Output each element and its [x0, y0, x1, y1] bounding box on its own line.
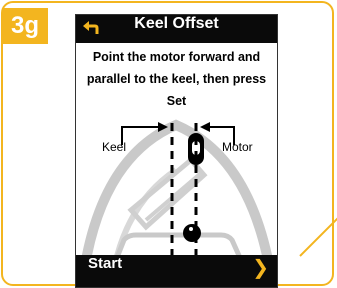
- motor-label: Motor: [222, 140, 253, 154]
- start-label: Start: [88, 255, 123, 272]
- step-badge: 3g: [2, 8, 48, 44]
- motor-mount-bracket: [127, 156, 208, 231]
- device-screen: Keel Offset Point the motor forward and …: [75, 14, 278, 288]
- control-knob-icon: [183, 224, 201, 242]
- start-button[interactable]: Start ❯: [76, 255, 277, 287]
- instruction-text: Point the motor forward and parallel to …: [76, 46, 277, 112]
- motor-arrowhead-icon: [200, 122, 210, 132]
- instruction-line-1: Point the motor forward and: [92, 50, 261, 64]
- instruction-line-2: parallel to the keel, then press: [86, 72, 267, 86]
- title-bar: Keel Offset: [76, 15, 277, 43]
- chevron-right-icon: ❯: [252, 255, 269, 279]
- control-knob-highlight: [189, 227, 193, 231]
- boat-inner-line: [113, 167, 178, 260]
- keel-motor-diagram: [81, 119, 273, 260]
- instruction-line-3: Set: [166, 94, 187, 108]
- keel-label: Keel: [102, 140, 127, 154]
- page-frame: 3g Keel Offset Point the motor forward a…: [0, 0, 337, 288]
- screen-title: Keel Offset: [134, 15, 219, 32]
